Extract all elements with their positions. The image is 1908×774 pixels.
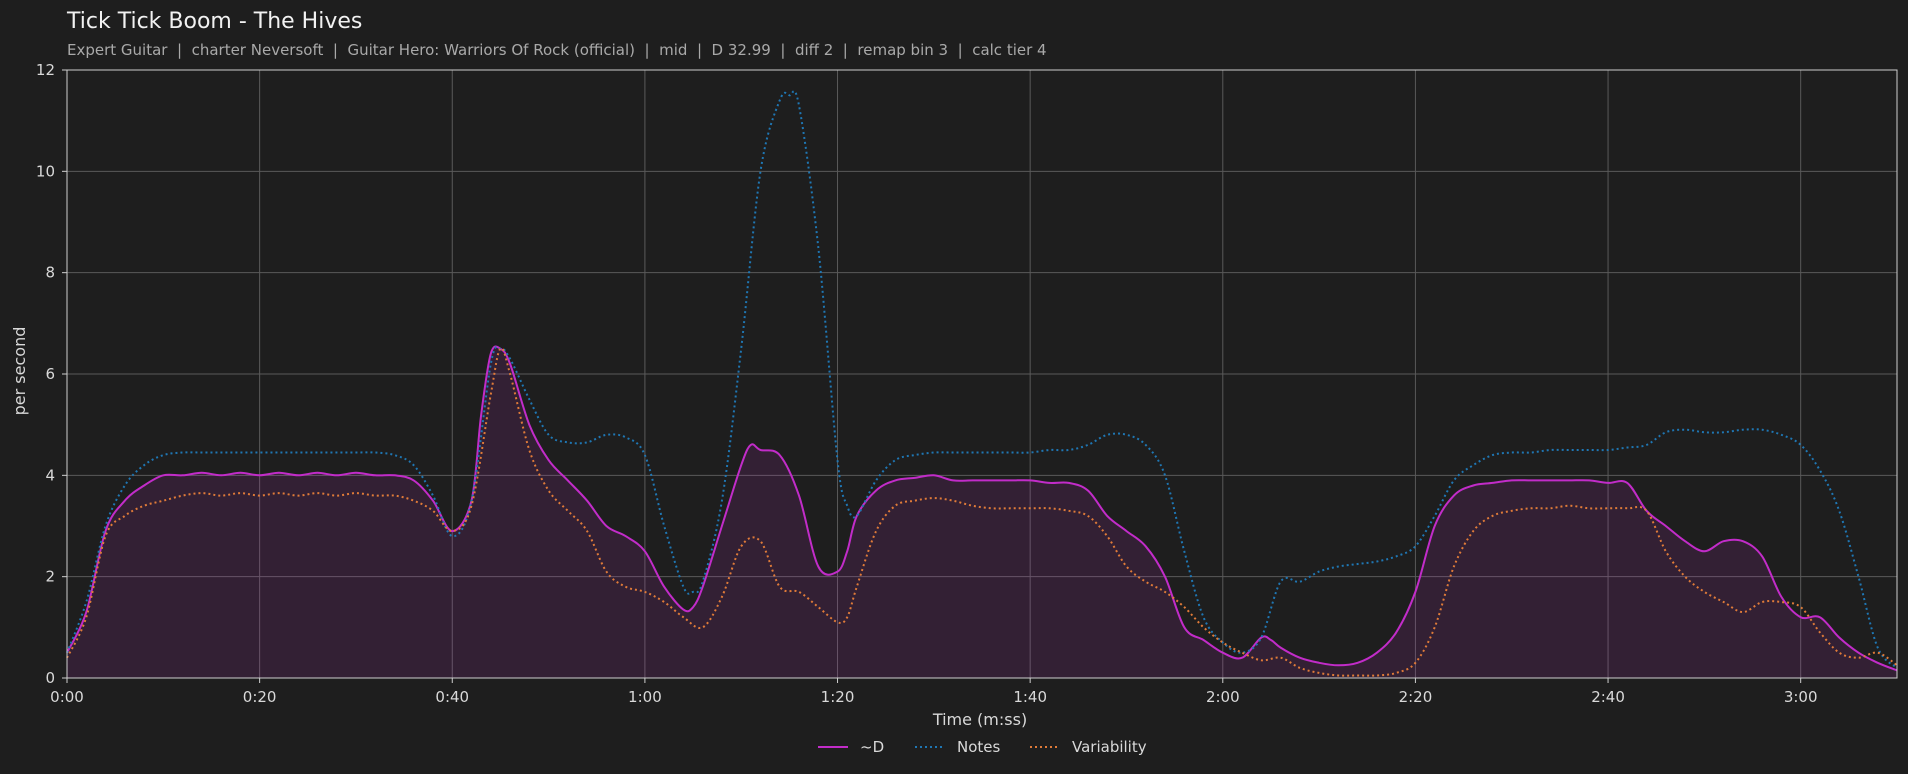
legend: ~D Notes Variability [818, 738, 1147, 756]
chart-subtitle: Expert Guitar | charter Neversoft | Guit… [67, 41, 1047, 59]
x-tick-label: 2:00 [1206, 688, 1240, 706]
legend-label-d: ~D [860, 738, 884, 756]
x-axis-label: Time (m:ss) [932, 710, 1027, 729]
y-tick-label: 0 [45, 669, 55, 687]
chart-title: Tick Tick Boom - The Hives [66, 9, 362, 34]
chart-root: Tick Tick Boom - The Hives Expert Guitar… [0, 0, 1908, 774]
y-tick-label: 6 [45, 365, 55, 383]
y-axis-label: per second [10, 327, 29, 416]
legend-label-variability: Variability [1072, 738, 1147, 756]
x-tick-label: 1:20 [821, 688, 855, 706]
legend-label-notes: Notes [957, 738, 1001, 756]
x-tick-label: 1:40 [1013, 688, 1047, 706]
x-tick-label: 2:40 [1591, 688, 1625, 706]
y-tick-label: 4 [45, 466, 55, 484]
y-tick-label: 8 [45, 264, 55, 282]
y-tick-label: 10 [36, 162, 55, 180]
x-tick-label: 0:00 [50, 688, 84, 706]
y-tick-label: 2 [45, 568, 55, 586]
x-tick-label: 0:20 [243, 688, 277, 706]
x-tick-label: 0:40 [435, 688, 469, 706]
y-tick-label: 12 [36, 61, 55, 79]
x-tick-label: 1:00 [628, 688, 662, 706]
x-tick-label: 3:00 [1784, 688, 1818, 706]
x-tick-label: 2:20 [1399, 688, 1433, 706]
